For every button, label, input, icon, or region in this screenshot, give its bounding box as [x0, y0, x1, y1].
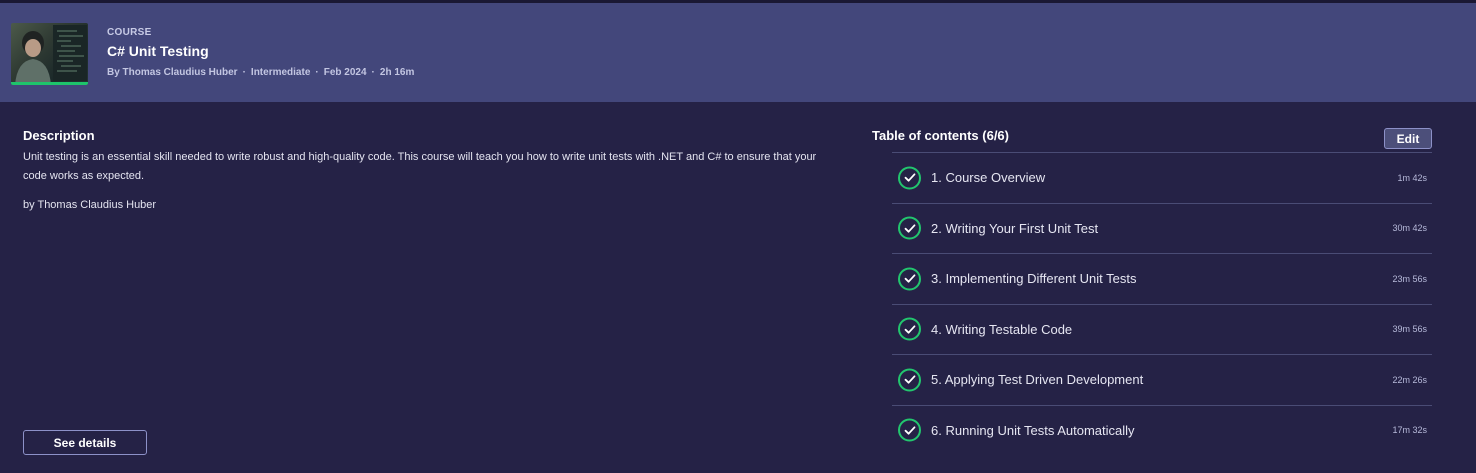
toc-item[interactable]: 4. Writing Testable Code 39m 56s — [892, 303, 1432, 355]
description-heading: Description — [23, 128, 95, 143]
course-meta: By Thomas Claudius Huber · Intermediate · Fe… — [107, 67, 414, 78]
meta-separator: · — [315, 67, 319, 78]
thumbnail-progress-bar — [11, 82, 88, 85]
toc-heading: Table of contents (6/6) — [872, 128, 1009, 143]
meta-separator: · — [242, 67, 246, 78]
toc-item-duration: 30m 42s — [1392, 223, 1427, 234]
toc-item-duration: 17m 32s — [1392, 425, 1427, 436]
check-circle-icon — [898, 216, 921, 240]
course-author: By Thomas Claudius Huber — [107, 67, 238, 78]
toc-item-label: 5. Applying Test Driven Development — [931, 372, 1144, 388]
see-details-button[interactable]: See details — [23, 430, 147, 455]
toc-item-duration: 22m 26s — [1392, 374, 1427, 385]
check-circle-icon — [898, 418, 921, 442]
course-title[interactable]: C# Unit Testing — [107, 43, 209, 59]
toc-item[interactable]: 2. Writing Your First Unit Test 30m 42s — [892, 202, 1432, 254]
toc-item[interactable]: 3. Implementing Different Unit Tests 23m… — [892, 253, 1432, 304]
course-header: COURSE C# Unit Testing By Thomas Claudiu… — [0, 3, 1476, 102]
description-byline: by Thomas Claudius Huber — [23, 199, 157, 211]
toc-item[interactable]: 5. Applying Test Driven Development 22m … — [892, 354, 1432, 405]
course-level: Intermediate — [250, 67, 311, 78]
meta-separator: · — [371, 67, 375, 78]
toc-item[interactable]: 6. Running Unit Tests Automatically 17m … — [892, 404, 1432, 456]
check-circle-icon — [898, 166, 921, 190]
course-thumbnail[interactable] — [11, 23, 88, 85]
course-date: Feb 2024 — [323, 67, 367, 78]
toc-list: 1. Course Overview 1m 42s 2. Writing You… — [892, 152, 1432, 455]
content-type-label: COURSE — [107, 27, 152, 38]
description-body: Unit testing is an essential skill neede… — [23, 151, 817, 182]
toc-item-label: 2. Writing Your First Unit Test — [931, 220, 1099, 236]
toc-item-label: 4. Writing Testable Code — [931, 321, 1073, 337]
course-duration: 2h 16m — [379, 67, 415, 78]
check-circle-icon — [898, 267, 921, 291]
edit-button[interactable]: Edit — [1384, 128, 1432, 149]
toc-item[interactable]: 1. Course Overview 1m 42s — [892, 152, 1432, 203]
course-thumbnail-image — [15, 25, 87, 85]
toc-item-duration: 39m 56s — [1392, 324, 1427, 335]
toc-item-label: 3. Implementing Different Unit Tests — [931, 271, 1137, 287]
toc-item-duration: 23m 56s — [1392, 273, 1427, 284]
toc-item-duration: 1m 42s — [1397, 172, 1427, 183]
toc-item-label: 1. Course Overview — [931, 170, 1046, 186]
check-circle-icon — [898, 368, 921, 392]
check-circle-icon — [898, 317, 921, 341]
toc-item-label: 6. Running Unit Tests Automatically — [931, 422, 1135, 438]
